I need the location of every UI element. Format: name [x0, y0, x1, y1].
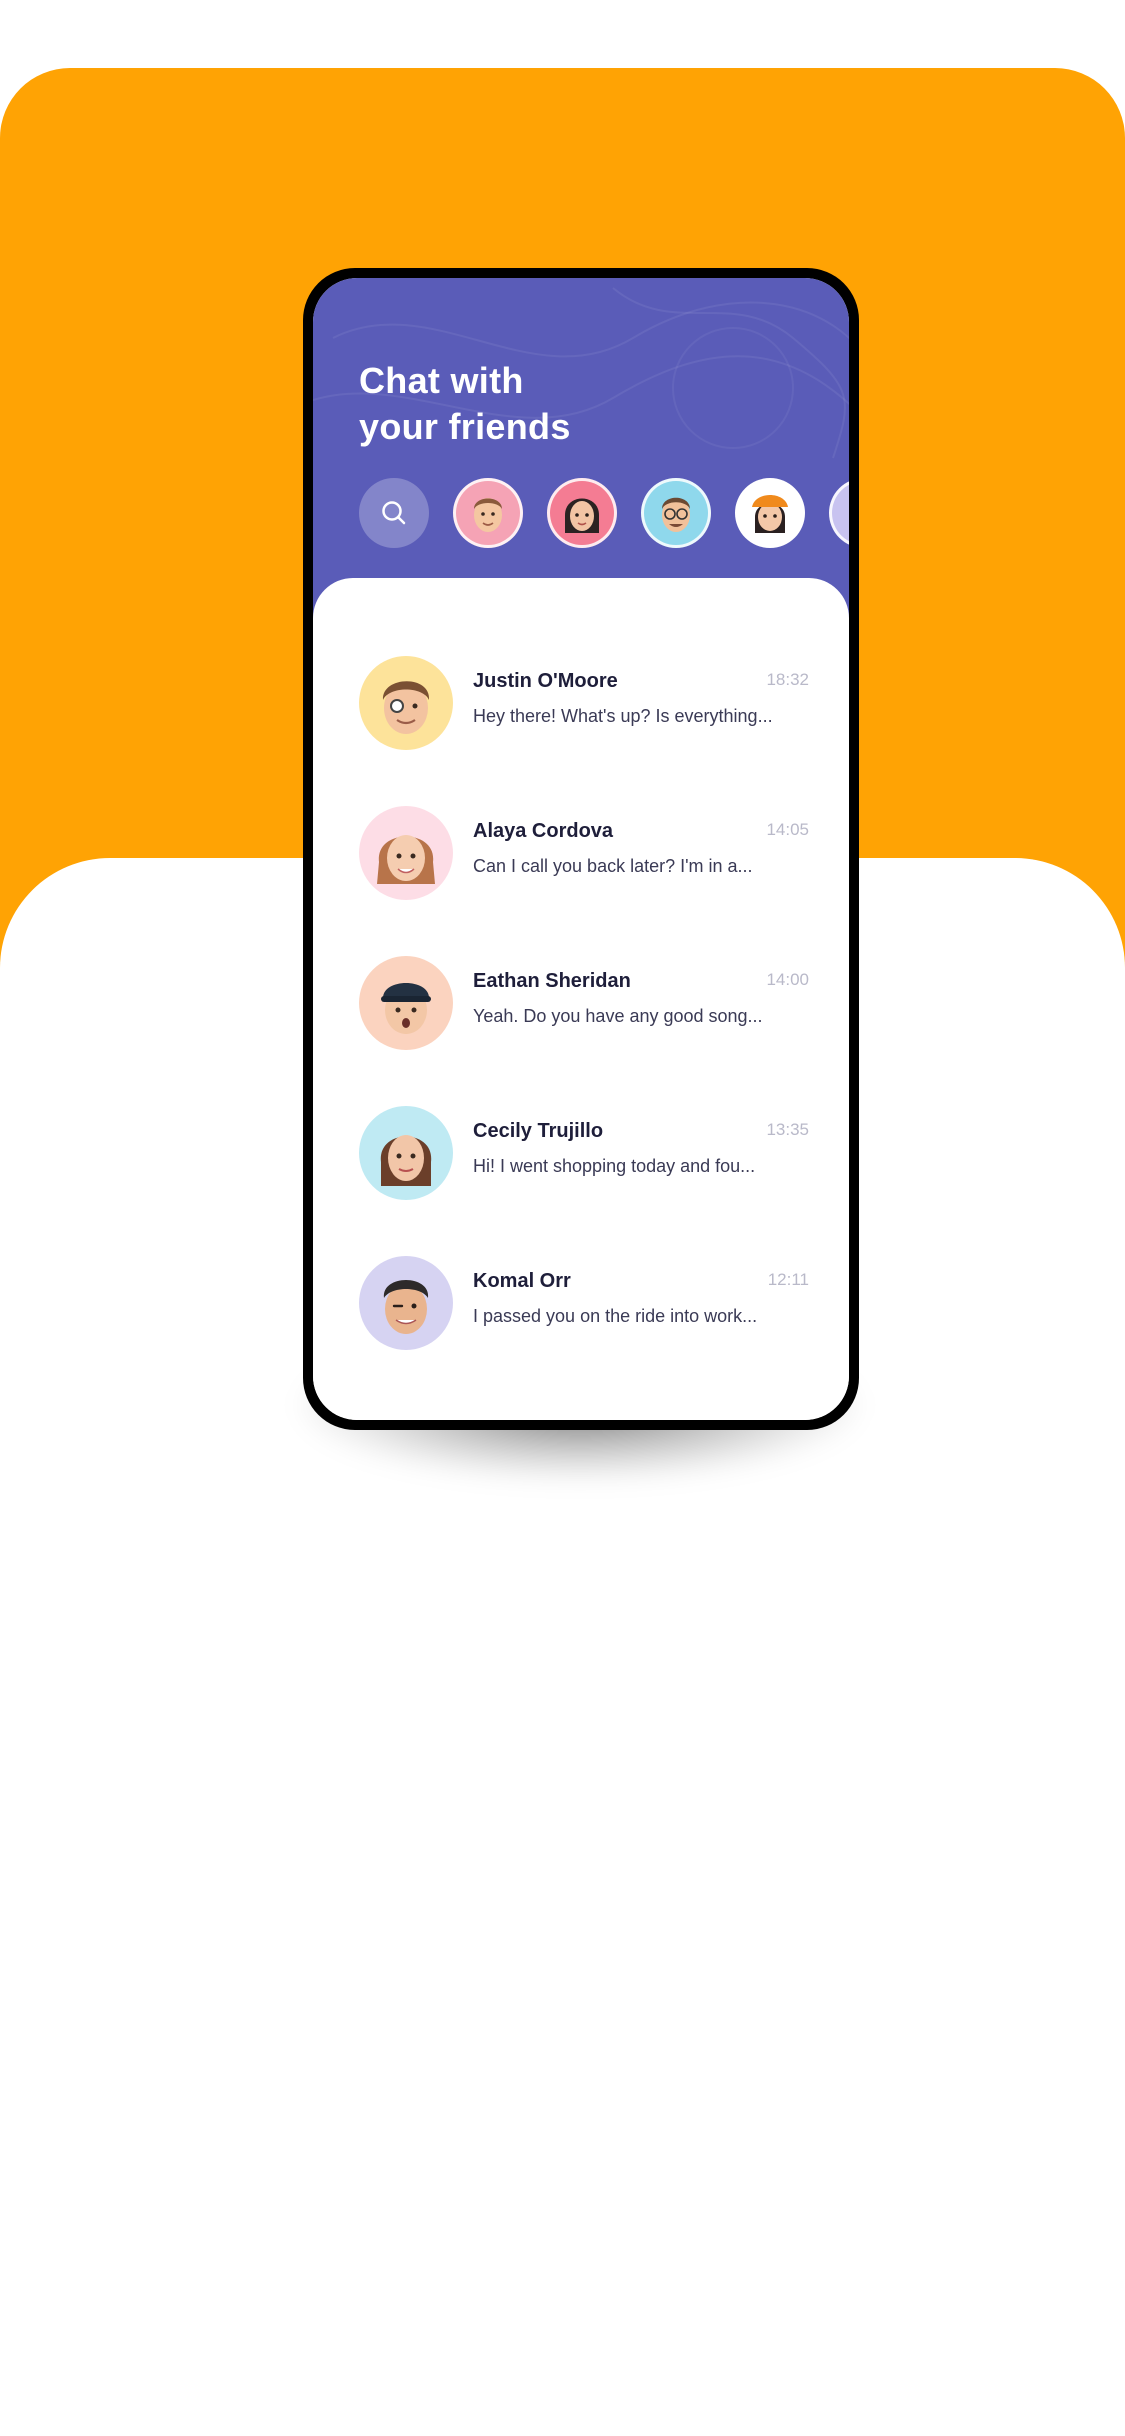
story-avatar-5[interactable]	[829, 478, 849, 548]
search-icon	[382, 501, 406, 525]
memoji-avatar-icon	[381, 983, 431, 1034]
memoji-avatar-icon	[383, 1280, 429, 1334]
story-avatar-1[interactable]	[453, 478, 523, 548]
avatar	[359, 656, 453, 750]
memoji-avatar-icon	[662, 497, 690, 532]
memoji-avatar-icon	[377, 835, 435, 884]
avatar	[359, 1106, 453, 1200]
message-time: 13:35	[766, 1120, 809, 1139]
title-line-1: Chat with	[359, 360, 524, 401]
contact-name: Komal Orr	[473, 1270, 571, 1292]
message-preview: Yeah. Do you have any good song...	[473, 1006, 763, 1026]
chat-row-eathan[interactable]: Eathan Sheridan 14:00 Yeah. Do you have …	[359, 956, 809, 1052]
chat-list: Justin O'Moore 18:32 Hey there! What's u…	[313, 578, 849, 1420]
message-time: 12:11	[767, 1270, 809, 1289]
avatar	[359, 1256, 453, 1350]
contact-name: Alaya Cordova	[473, 820, 614, 842]
chat-row-alaya[interactable]: Alaya Cordova 14:05 Can I call you back …	[359, 806, 809, 902]
message-preview: Can I call you back later? I'm in a...	[473, 856, 753, 876]
story-avatar-4[interactable]	[735, 478, 805, 548]
memoji-avatar-icon	[382, 681, 430, 734]
contact-name: Eathan Sheridan	[473, 970, 631, 992]
avatar	[359, 956, 453, 1050]
chat-row-justin[interactable]: Justin O'Moore 18:32 Hey there! What's u…	[359, 656, 809, 752]
message-preview: I passed you on the ride into work...	[473, 1306, 758, 1326]
contact-name: Cecily Trujillo	[473, 1120, 604, 1142]
message-preview: Hi! I went shopping today and fou...	[473, 1156, 756, 1176]
stories-row	[359, 478, 849, 550]
memoji-avatar-icon	[752, 495, 788, 533]
message-time: 14:05	[766, 820, 809, 839]
phone-screen: Chat with your friends Justin O'Moore 18…	[313, 278, 849, 1420]
page-title: Chat with your friends	[359, 358, 571, 450]
phone-frame: Chat with your friends Justin O'Moore 18…	[303, 268, 859, 1430]
title-line-2: your friends	[359, 406, 571, 447]
story-avatar-3[interactable]	[641, 478, 711, 548]
search-button[interactable]	[359, 478, 429, 548]
contact-name: Justin O'Moore	[473, 670, 618, 692]
message-time: 14:00	[766, 970, 809, 989]
message-preview: Hey there! What's up? Is everything...	[473, 706, 773, 726]
message-time: 18:32	[766, 670, 809, 689]
memoji-avatar-icon	[380, 1135, 432, 1186]
story-avatar-2[interactable]	[547, 478, 617, 548]
avatar	[359, 806, 453, 900]
memoji-avatar-icon	[565, 498, 599, 533]
chat-row-cecily[interactable]: Cecily Trujillo 13:35 Hi! I went shoppin…	[359, 1106, 809, 1202]
memoji-avatar-icon	[474, 498, 502, 532]
chat-row-komal[interactable]: Komal Orr 12:11 I passed you on the ride…	[359, 1256, 809, 1352]
